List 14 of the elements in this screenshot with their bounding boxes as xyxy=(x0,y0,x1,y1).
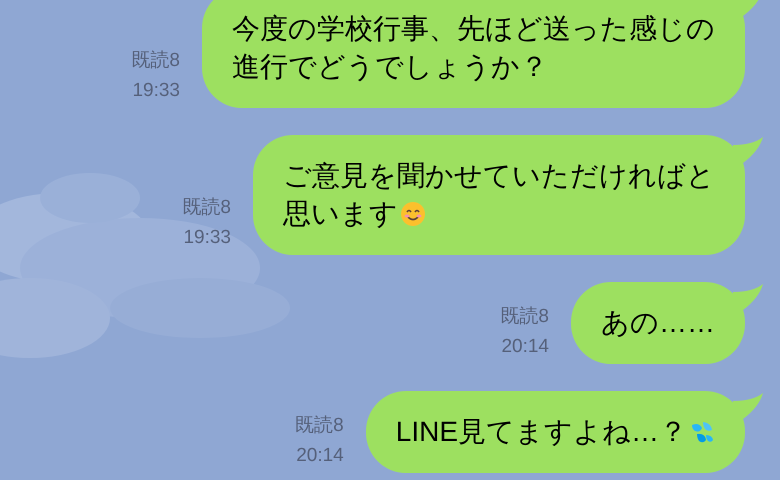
read-receipt: 既読8 xyxy=(131,49,180,73)
message-text: 進行でどうでしょうか？ xyxy=(232,50,548,84)
message-text: 今度の学校行事、先ほど送った感じの xyxy=(232,12,715,46)
message-time: 19:33 xyxy=(132,79,180,103)
read-receipt: 既読8 xyxy=(182,196,231,220)
message-text: LINE見てますよね…？ xyxy=(396,415,687,449)
message-text: あの…… xyxy=(601,306,715,340)
message-time: 19:33 xyxy=(183,226,231,250)
read-receipt: 既読8 xyxy=(295,414,344,438)
message-time: 20:14 xyxy=(296,444,344,468)
message-text: 思います xyxy=(283,197,398,231)
message-time: 20:14 xyxy=(501,335,549,359)
read-receipt: 既読8 xyxy=(500,305,549,329)
message-text: ご意見を聞かせていただければと xyxy=(283,159,715,193)
